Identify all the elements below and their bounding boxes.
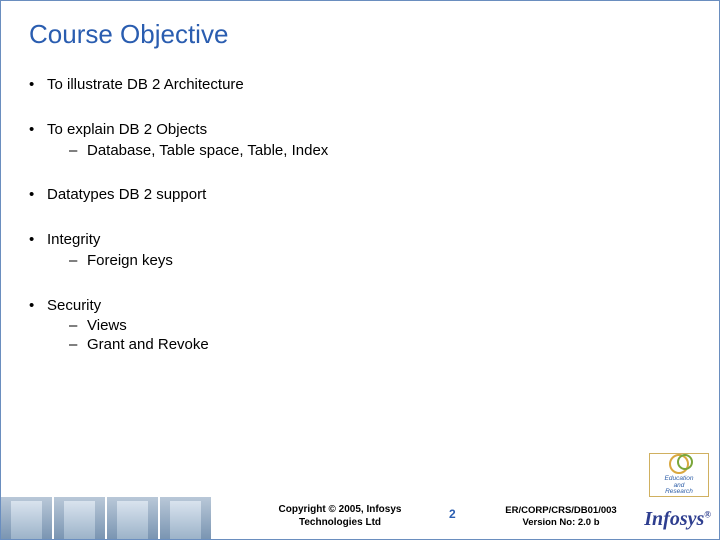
page-number: 2 bbox=[449, 507, 456, 521]
bullet-dot-icon: • bbox=[29, 186, 47, 205]
infosys-logo: Infosys® bbox=[644, 508, 711, 531]
sub-item: – Database, Table space, Table, Index bbox=[69, 142, 691, 161]
bullet-dot-icon: • bbox=[29, 297, 47, 355]
building-icon bbox=[107, 497, 158, 539]
footer-graphic-buildings bbox=[1, 497, 211, 539]
logo-text: Infosys bbox=[644, 508, 704, 530]
bullet-dot-icon: • bbox=[29, 76, 47, 95]
badge-line: Research bbox=[665, 488, 693, 495]
sub-text: Grant and Revoke bbox=[87, 336, 209, 355]
sub-list: – Foreign keys bbox=[47, 252, 691, 271]
bullet-item: • Datatypes DB 2 support bbox=[29, 186, 691, 205]
slide-footer: Copyright © 2005, Infosys Technologies L… bbox=[1, 473, 719, 539]
building-icon bbox=[54, 497, 105, 539]
bullet-dot-icon: • bbox=[29, 231, 47, 271]
bullet-text: Integrity – Foreign keys bbox=[47, 231, 691, 271]
sub-list: – Database, Table space, Table, Index bbox=[47, 142, 691, 161]
badge-text: Education and Research bbox=[665, 476, 694, 496]
slide: Course Objective • To illustrate DB 2 Ar… bbox=[0, 0, 720, 540]
bullet-item: • To explain DB 2 Objects – Database, Ta… bbox=[29, 121, 691, 161]
badge-rings-icon bbox=[669, 454, 689, 474]
bullet-dot-icon: • bbox=[29, 121, 47, 161]
sub-item: – Foreign keys bbox=[69, 252, 691, 271]
copyright-line: Technologies Ltd bbox=[255, 517, 425, 530]
sub-text: Database, Table space, Table, Index bbox=[87, 142, 328, 161]
sub-list: – Views – Grant and Revoke bbox=[47, 317, 691, 355]
reference-text: ER/CORP/CRS/DB01/003 Version No: 2.0 b bbox=[491, 505, 631, 529]
dash-icon: – bbox=[69, 142, 87, 161]
bullet-item: • Security – Views – Grant and Revoke bbox=[29, 297, 691, 355]
bullet-label: To explain DB 2 Objects bbox=[47, 121, 207, 138]
building-icon bbox=[160, 497, 211, 539]
copyright-text: Copyright © 2005, Infosys Technologies L… bbox=[255, 504, 425, 529]
bullet-text: Datatypes DB 2 support bbox=[47, 186, 691, 205]
dash-icon: – bbox=[69, 317, 87, 336]
bullet-text: To explain DB 2 Objects – Database, Tabl… bbox=[47, 121, 691, 161]
sub-text: Foreign keys bbox=[87, 252, 173, 271]
reference-line: Version No: 2.0 b bbox=[491, 517, 631, 529]
bullet-item: • To illustrate DB 2 Architecture bbox=[29, 76, 691, 95]
sub-item: – Grant and Revoke bbox=[69, 336, 691, 355]
bullet-item: • Integrity – Foreign keys bbox=[29, 231, 691, 271]
building-icon bbox=[1, 497, 52, 539]
bullet-label: Security bbox=[47, 297, 101, 314]
dash-icon: – bbox=[69, 252, 87, 271]
reference-line: ER/CORP/CRS/DB01/003 bbox=[491, 505, 631, 517]
slide-title: Course Objective bbox=[1, 1, 719, 50]
copyright-line: Copyright © 2005, Infosys bbox=[255, 504, 425, 517]
bullet-text: Security – Views – Grant and Revoke bbox=[47, 297, 691, 355]
education-research-badge: Education and Research bbox=[649, 453, 709, 497]
sub-text: Views bbox=[87, 317, 127, 336]
bullet-text: To illustrate DB 2 Architecture bbox=[47, 76, 691, 95]
slide-content: • To illustrate DB 2 Architecture • To e… bbox=[1, 50, 719, 355]
registered-icon: ® bbox=[704, 509, 711, 519]
bullet-label: Integrity bbox=[47, 231, 100, 248]
sub-item: – Views bbox=[69, 317, 691, 336]
dash-icon: – bbox=[69, 336, 87, 355]
